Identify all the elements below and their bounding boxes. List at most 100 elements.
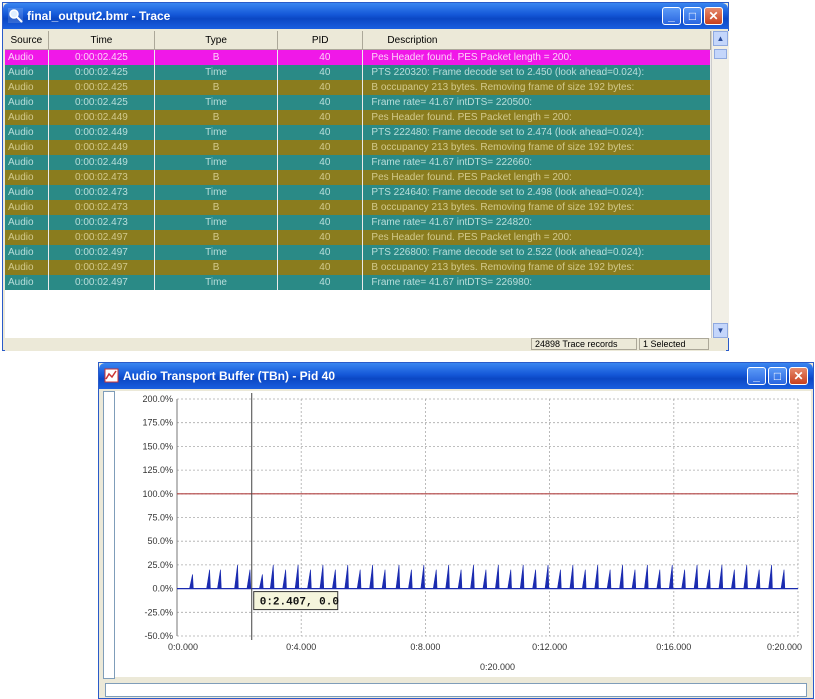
scroll-down-arrow-icon[interactable]: ▼ bbox=[713, 323, 728, 338]
cell-time: 0:00:02.473 bbox=[48, 215, 156, 230]
x-tick-label: 0:12.000 bbox=[532, 642, 567, 652]
table-row[interactable]: Audio 0:00:02.473 B 40 Pes Header found. PES… bbox=[5, 170, 711, 185]
table-row[interactable]: Audio 0:00:02.449 B 40 B occupancy 213 bytes… bbox=[5, 140, 711, 155]
y-tick-label: 200.0% bbox=[142, 394, 173, 404]
cell-description: PTS 224640: Frame decode set to 2.498 (l… bbox=[362, 185, 711, 200]
table-row[interactable]: Audio 0:00:02.449 Time 40 Frame rate= 41.67 … bbox=[5, 155, 711, 170]
minimize-icon: _ bbox=[753, 369, 760, 383]
buffer-spike bbox=[718, 564, 724, 589]
cell-source: Audio bbox=[5, 65, 49, 80]
chart-area[interactable]: 200.0% 175.0% 150.0% 125.0% 100.0% 75.0% 50.0%… bbox=[115, 391, 811, 677]
buffer-spike bbox=[780, 569, 786, 589]
table-row[interactable]: Audio 0:00:02.425 B 40 B occupancy 213 bytes… bbox=[5, 80, 711, 95]
cell-type: B bbox=[154, 140, 278, 155]
buffer-titlebar[interactable]: Audio Transport Buffer (TBn) - Pid 40 _ … bbox=[99, 363, 813, 389]
column-header-description[interactable]: Description bbox=[362, 31, 711, 50]
buffer-spike bbox=[668, 564, 674, 589]
buffer-spike bbox=[294, 564, 300, 589]
x-tick-label: 0:4.000 bbox=[286, 642, 316, 652]
table-row[interactable]: Audio 0:00:02.449 Time 40 PTS 222480: Frame … bbox=[5, 125, 711, 140]
cell-time: 0:00:02.473 bbox=[48, 185, 156, 200]
trace-table-body: Audio 0:00:02.425 B 40 Pes Header found. PES… bbox=[5, 49, 711, 290]
cell-source: Audio bbox=[5, 80, 49, 95]
cell-type: B bbox=[154, 200, 278, 215]
table-row[interactable]: Audio 0:00:02.497 Time 40 Frame rate= 41.67 … bbox=[5, 275, 711, 290]
cursor-tooltip-text: 0:2.407, 0.0 bbox=[260, 597, 339, 609]
table-row[interactable]: Audio 0:00:02.425 Time 40 PTS 220320: Frame … bbox=[5, 65, 711, 80]
table-row[interactable]: Audio 0:00:02.449 B 40 Pes Header found. PES… bbox=[5, 110, 711, 125]
buffer-spike bbox=[544, 564, 550, 589]
cursor-tooltip: 0:2.407, 0.0 bbox=[253, 591, 339, 611]
cell-description: Frame rate= 41.67 intDTS= 224820: bbox=[362, 215, 711, 230]
column-header-source[interactable]: Source bbox=[5, 31, 49, 50]
horizontal-scrollbar[interactable] bbox=[105, 683, 807, 697]
maximize-button[interactable]: □ bbox=[683, 7, 702, 25]
table-row[interactable]: Audio 0:00:02.425 Time 40 Frame rate= 41.67 … bbox=[5, 95, 711, 110]
column-header-type[interactable]: Type bbox=[154, 31, 278, 50]
cell-description: Pes Header found. PES Packet length = 20… bbox=[362, 49, 711, 65]
cell-type: B bbox=[154, 230, 278, 245]
trace-vertical-scrollbar[interactable]: ▲ ▼ bbox=[711, 31, 729, 338]
table-row[interactable]: Audio 0:00:02.425 B 40 Pes Header found. PES… bbox=[5, 49, 711, 65]
maximize-icon: □ bbox=[688, 9, 697, 23]
cell-source: Audio bbox=[5, 245, 49, 260]
scroll-thumb[interactable] bbox=[714, 49, 727, 59]
vertical-zoom-slider[interactable] bbox=[103, 391, 115, 679]
buffer-spike bbox=[319, 564, 325, 589]
cell-time: 0:00:02.449 bbox=[48, 125, 156, 140]
table-row[interactable]: Audio 0:00:02.473 Time 40 Frame rate= 41.67 … bbox=[5, 215, 711, 230]
cell-type: B bbox=[154, 49, 278, 65]
cell-time: 0:00:02.449 bbox=[48, 110, 156, 125]
column-header-pid[interactable]: PID bbox=[277, 31, 364, 50]
buffer-spike bbox=[681, 569, 686, 589]
cell-source: Audio bbox=[5, 275, 49, 290]
buffer-spike bbox=[307, 569, 312, 589]
cell-description: PTS 222480: Frame decode set to 2.474 (l… bbox=[362, 125, 711, 140]
table-row[interactable]: Audio 0:00:02.497 B 40 B occupancy 213 bytes… bbox=[5, 260, 711, 275]
cell-description: Pes Header found. PES Packet length = 20… bbox=[362, 230, 711, 245]
close-button[interactable]: ✕ bbox=[789, 367, 808, 385]
buffer-spike bbox=[432, 569, 438, 589]
minimize-icon: _ bbox=[668, 9, 675, 23]
cell-pid: 40 bbox=[277, 230, 364, 245]
cell-time: 0:00:02.425 bbox=[48, 65, 156, 80]
cell-pid: 40 bbox=[277, 275, 364, 290]
buffer-series bbox=[189, 564, 786, 589]
buffer-chart[interactable]: 200.0% 175.0% 150.0% 125.0% 100.0% 75.0% 50.0%… bbox=[115, 391, 811, 677]
status-selected-count: 1 Selected bbox=[639, 338, 709, 350]
buffer-window: Audio Transport Buffer (TBn) - Pid 40 _ … bbox=[98, 362, 814, 699]
trace-window-title: final_output2.bmr - Trace bbox=[27, 9, 171, 23]
cell-description: PTS 226800: Frame decode set to 2.522 (l… bbox=[362, 245, 711, 260]
cell-description: Pes Header found. PES Packet length = 20… bbox=[362, 110, 711, 125]
y-axis-ticks: 200.0% 175.0% 150.0% 125.0% 100.0% 75.0% 50.0%… bbox=[142, 394, 173, 641]
cell-pid: 40 bbox=[277, 95, 364, 110]
buffer-spike bbox=[395, 564, 401, 589]
minimize-button[interactable]: _ bbox=[747, 367, 766, 385]
maximize-button[interactable]: □ bbox=[768, 367, 787, 385]
buffer-spike bbox=[519, 564, 525, 589]
buffer-spike bbox=[495, 564, 500, 589]
close-button[interactable]: ✕ bbox=[704, 7, 723, 25]
x-axis-label: 0:20.000 bbox=[480, 662, 515, 672]
table-row[interactable]: Audio 0:00:02.497 Time 40 PTS 226800: Frame … bbox=[5, 245, 711, 260]
table-row[interactable]: Audio 0:00:02.473 Time 40 PTS 224640: Frame … bbox=[5, 185, 711, 200]
close-icon: ✕ bbox=[793, 369, 804, 383]
cell-type: B bbox=[154, 260, 278, 275]
cell-source: Audio bbox=[5, 140, 49, 155]
column-header-time[interactable]: Time bbox=[48, 31, 156, 50]
cell-pid: 40 bbox=[277, 110, 364, 125]
buffer-spike bbox=[482, 569, 488, 589]
cell-time: 0:00:02.497 bbox=[48, 275, 156, 290]
minimize-button[interactable]: _ bbox=[662, 7, 681, 25]
cell-type: Time bbox=[154, 185, 278, 200]
cell-pid: 40 bbox=[277, 49, 364, 65]
close-icon: ✕ bbox=[708, 9, 719, 23]
buffer-spike bbox=[470, 564, 475, 589]
table-row[interactable]: Audio 0:00:02.473 B 40 B occupancy 213 bytes… bbox=[5, 200, 711, 215]
buffer-spike bbox=[420, 564, 425, 589]
cell-source: Audio bbox=[5, 95, 49, 110]
table-row[interactable]: Audio 0:00:02.497 B 40 Pes Header found. PES… bbox=[5, 230, 711, 245]
trace-titlebar[interactable]: final_output2.bmr - Trace _ □ ✕ bbox=[3, 3, 728, 29]
buffer-spike bbox=[532, 569, 537, 589]
scroll-up-arrow-icon[interactable]: ▲ bbox=[713, 31, 728, 46]
